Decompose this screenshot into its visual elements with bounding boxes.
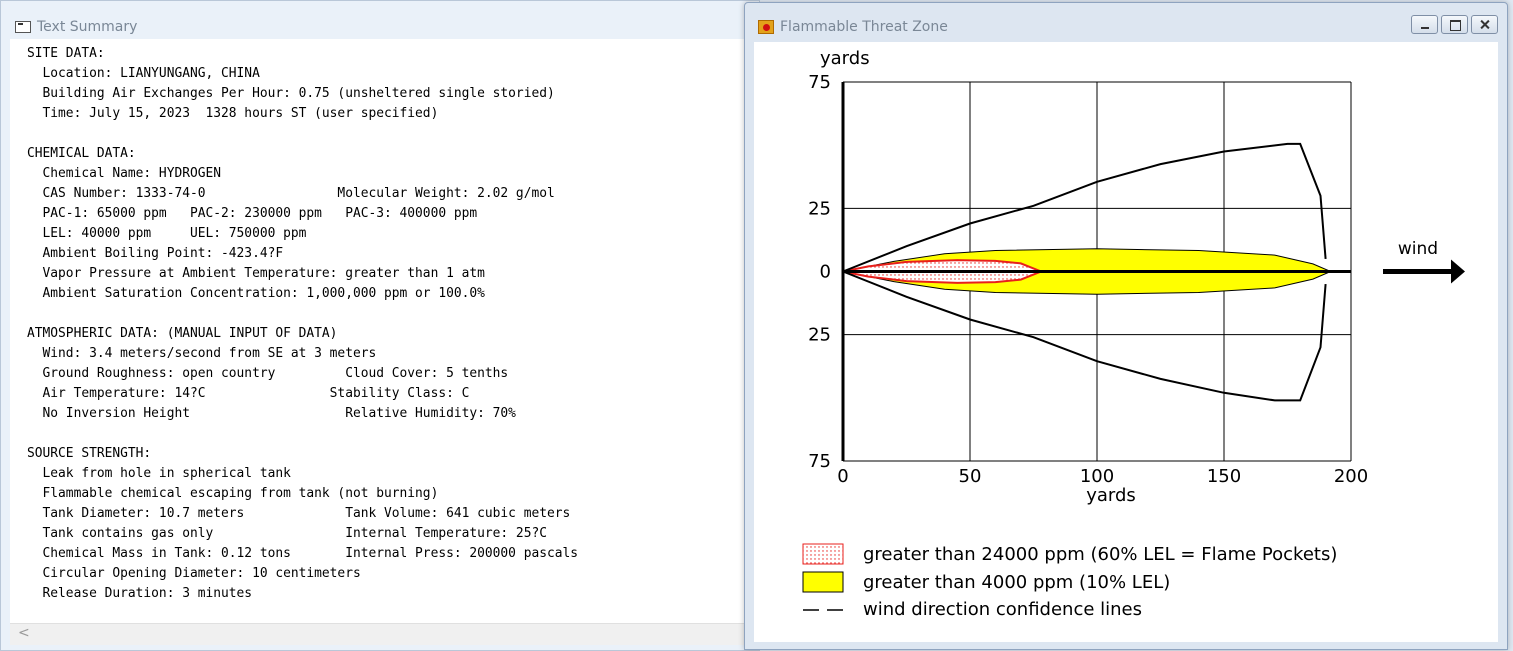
summary-line: Tank Diameter: 10.7 meters Tank Volume: … bbox=[27, 506, 571, 521]
wind-label: wind bbox=[1398, 239, 1438, 259]
summary-line: Chemical Name: HYDROGEN bbox=[27, 166, 222, 181]
summary-line: Release Duration: 3 minutes bbox=[27, 586, 253, 601]
scroll-left-arrow-icon[interactable]: < bbox=[18, 625, 30, 641]
y-tick-label: 25 bbox=[808, 325, 831, 346]
summary-line: No Inversion Height Relative Humidity: 7… bbox=[27, 406, 516, 421]
summary-text: SITE DATA: Location: LIANYUNGANG, CHINA … bbox=[27, 44, 761, 604]
legend-swatch-lel10 bbox=[802, 571, 844, 593]
y-tick-label: 0 bbox=[820, 262, 831, 283]
threat-zone-title: Flammable Threat Zone bbox=[780, 19, 948, 35]
summary-line: Time: July 15, 2023 1328 hours ST (user … bbox=[27, 106, 439, 121]
x-tick-label: 0 bbox=[837, 466, 848, 487]
close-button[interactable] bbox=[1471, 15, 1498, 34]
summary-line: Ambient Boiling Point: -423.4?F bbox=[27, 246, 284, 261]
summary-line: SOURCE STRENGTH: bbox=[27, 446, 152, 461]
summary-line: ATMOSPHERIC DATA: (MANUAL INPUT OF DATA) bbox=[27, 326, 338, 341]
window-app-icon bbox=[15, 21, 31, 33]
wind-arrow-icon bbox=[1451, 259, 1465, 284]
summary-line: SITE DATA: bbox=[27, 46, 105, 61]
summary-line: Wind: 3.4 meters/second from SE at 3 met… bbox=[27, 346, 377, 361]
legend-label-flame-pockets: greater than 24000 ppm (60% LEL = Flame … bbox=[863, 544, 1337, 565]
threat-zone-chart: yards yards 75 25 0 25 75 0 50 100 150 200 wind great… bbox=[802, 48, 1465, 620]
text-summary-titlebar[interactable]: Text Summary bbox=[1, 16, 759, 38]
summary-line: Location: LIANYUNGANG, CHINA bbox=[27, 66, 260, 81]
summary-line: CHEMICAL DATA: bbox=[27, 146, 136, 161]
threat-zone-window: Flammable Threat Zone yards yards 75 25 0 25 7… bbox=[744, 2, 1508, 650]
summary-line: CAS Number: 1333-74-0 Molecular Weight: … bbox=[27, 186, 555, 201]
y-tick-label: 75 bbox=[808, 72, 831, 93]
summary-line: Ambient Saturation Concentration: 1,000,… bbox=[27, 286, 485, 301]
summary-line: Vapor Pressure at Ambient Temperature: g… bbox=[27, 266, 485, 281]
y-axis-title: yards bbox=[820, 48, 870, 69]
y-tick-label: 75 bbox=[808, 451, 831, 472]
text-summary-pane[interactable]: SITE DATA: Location: LIANYUNGANG, CHINA … bbox=[10, 39, 761, 623]
horizontal-scrollbar[interactable]: < bbox=[10, 623, 761, 645]
minimize-button[interactable] bbox=[1411, 15, 1438, 34]
text-summary-title: Text Summary bbox=[37, 19, 138, 35]
x-axis-title: yards bbox=[1086, 485, 1136, 506]
summary-line: Chemical Mass in Tank: 0.12 tons Interna… bbox=[27, 546, 579, 561]
summary-line: Building Air Exchanges Per Hour: 0.75 (u… bbox=[27, 86, 555, 101]
x-tick-label: 200 bbox=[1334, 466, 1368, 487]
legend-label-lel10: greater than 4000 ppm (10% LEL) bbox=[863, 572, 1170, 593]
summary-line: PAC-1: 65000 ppm PAC-2: 230000 ppm PAC-3… bbox=[27, 206, 478, 221]
summary-line: Tank contains gas only Internal Temperat… bbox=[27, 526, 547, 541]
summary-line: Leak from hole in spherical tank bbox=[27, 466, 291, 481]
summary-line: Circular Opening Diameter: 10 centimeter… bbox=[27, 566, 361, 581]
summary-line: Air Temperature: 14?C Stability Class: C bbox=[27, 386, 470, 401]
window-controls bbox=[1411, 15, 1498, 34]
summary-line: Ground Roughness: open country Cloud Cov… bbox=[27, 366, 509, 381]
y-tick-label: 25 bbox=[808, 198, 831, 219]
maximize-button[interactable] bbox=[1441, 15, 1468, 34]
legend-label-confidence-lines: wind direction confidence lines bbox=[863, 599, 1142, 620]
threat-zone-app-icon bbox=[758, 20, 774, 34]
x-tick-label: 100 bbox=[1080, 466, 1114, 487]
x-tick-label: 150 bbox=[1207, 466, 1241, 487]
legend-swatch-flame-pockets bbox=[802, 543, 844, 565]
text-summary-window: Text Summary SITE DATA: Location: LIANYU… bbox=[0, 0, 761, 651]
summary-line: Flammable chemical escaping from tank (n… bbox=[27, 486, 439, 501]
threat-zone-plot-area: yards yards 75 25 0 25 75 0 50 100 150 200 wind great… bbox=[754, 42, 1498, 642]
x-tick-label: 50 bbox=[959, 466, 982, 487]
threat-zone-titlebar[interactable]: Flammable Threat Zone bbox=[745, 15, 1507, 39]
summary-line: LEL: 40000 ppm UEL: 750000 ppm bbox=[27, 226, 307, 241]
